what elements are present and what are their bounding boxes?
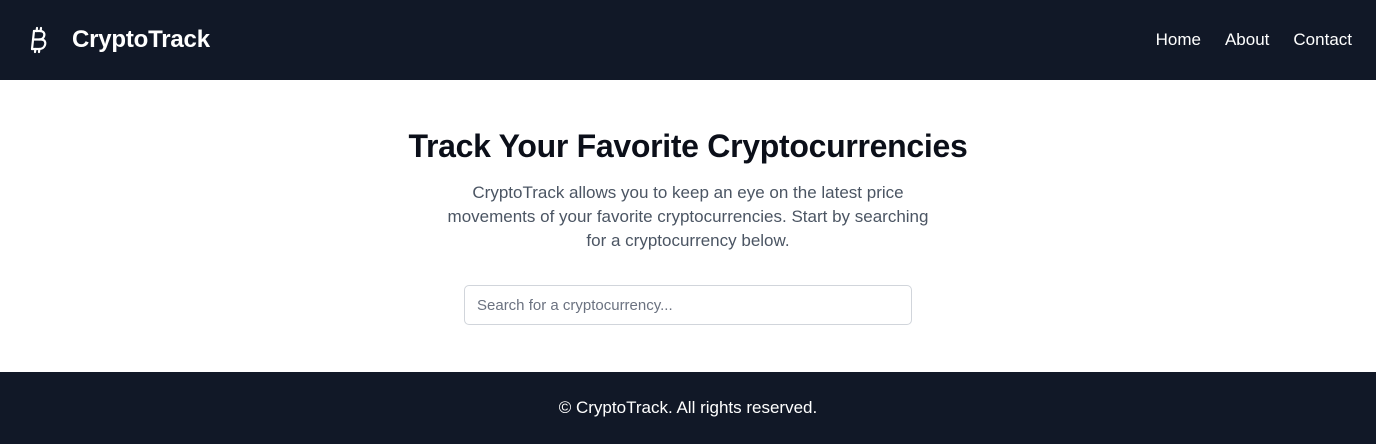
footer-copyright: © CryptoTrack. All rights reserved. xyxy=(558,398,818,417)
main-nav: Home About Contact xyxy=(1156,30,1352,50)
nav-link-contact[interactable]: Contact xyxy=(1293,30,1352,50)
nav-link-home[interactable]: Home xyxy=(1156,30,1201,50)
bitcoin-icon xyxy=(28,25,50,55)
top-navbar: CryptoTrack Home About Contact xyxy=(0,0,1376,80)
search-container xyxy=(464,285,912,325)
search-input[interactable] xyxy=(464,285,912,325)
hero-description: CryptoTrack allows you to keep an eye on… xyxy=(447,183,929,250)
hero-section: Track Your Favorite Cryptocurrencies Cry… xyxy=(0,80,1376,372)
page-title: Track Your Favorite Cryptocurrencies xyxy=(408,128,968,164)
page-footer: © CryptoTrack. All rights reserved. xyxy=(0,372,1376,444)
nav-link-about[interactable]: About xyxy=(1225,30,1269,50)
brand-name: CryptoTrack xyxy=(72,26,210,53)
brand[interactable]: CryptoTrack xyxy=(28,25,210,55)
